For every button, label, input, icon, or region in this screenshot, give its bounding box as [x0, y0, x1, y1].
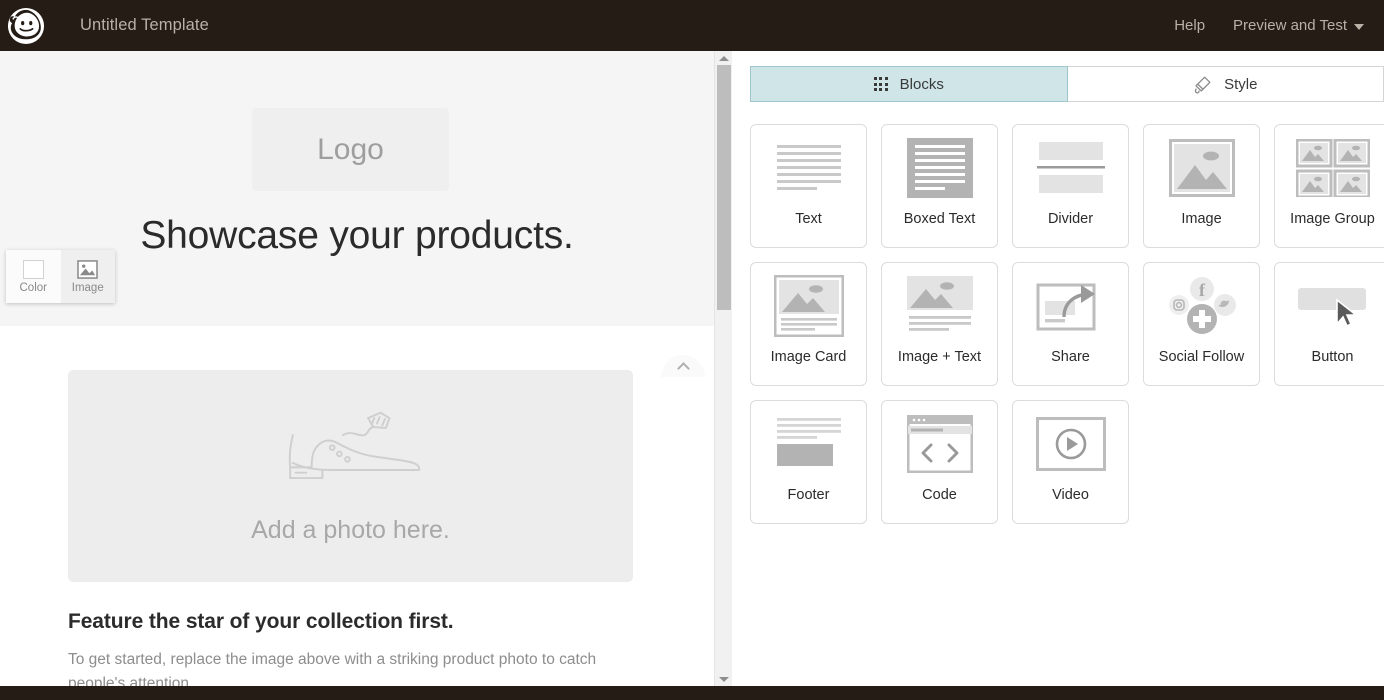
- mailchimp-logo-button[interactable]: [0, 0, 52, 51]
- app-footer-bar: [0, 686, 1384, 700]
- blocks-grid: Text Boxed Text Divider Image Image Grou…: [750, 124, 1384, 524]
- block-label: Text: [795, 211, 822, 227]
- block-label: Button: [1311, 349, 1354, 365]
- panel-tabs: Blocks Style: [750, 66, 1384, 102]
- code-brackets-icon: [882, 401, 997, 487]
- background-image-label: Image: [71, 281, 104, 294]
- drop-label: Add a photo here.: [251, 515, 450, 544]
- background-toolbar: Color Image: [6, 250, 115, 303]
- image-card-icon: [751, 263, 866, 349]
- button-cursor-icon: [1275, 263, 1384, 349]
- tab-style-label: Style: [1224, 75, 1258, 93]
- tab-style[interactable]: Style: [1067, 66, 1384, 102]
- block-tile-image[interactable]: Image: [1143, 124, 1260, 248]
- text-lines-icon: [751, 125, 866, 211]
- block-tile-boxed-text[interactable]: Boxed Text: [881, 124, 998, 248]
- block-tile-video[interactable]: Video: [1012, 400, 1129, 524]
- background-image-button[interactable]: Image: [60, 250, 115, 303]
- feature-heading[interactable]: Feature the star of your collection firs…: [68, 610, 646, 634]
- video-play-icon: [1013, 401, 1128, 487]
- block-tile-share[interactable]: Share: [1012, 262, 1129, 386]
- block-label: Image Group: [1290, 211, 1375, 227]
- block-tile-image-text[interactable]: Image + Text: [881, 262, 998, 386]
- image-icon: [1144, 125, 1259, 211]
- scroll-down-arrow-icon[interactable]: [715, 672, 732, 686]
- block-tile-image-group[interactable]: Image Group: [1274, 124, 1384, 248]
- header-actions: Help Preview and Test: [1174, 17, 1384, 34]
- feature-body-text[interactable]: To get started, replace the image above …: [68, 648, 620, 686]
- block-tile-footer[interactable]: Footer: [750, 400, 867, 524]
- block-label: Divider: [1047, 211, 1094, 227]
- block-label: Boxed Text: [903, 211, 976, 227]
- paint-brush-icon: [1194, 76, 1211, 94]
- block-label: Footer: [787, 487, 830, 503]
- block-tile-image-card[interactable]: Image Card: [750, 262, 867, 386]
- preview-and-test-menu[interactable]: Preview and Test: [1233, 17, 1364, 34]
- tab-blocks[interactable]: Blocks: [750, 66, 1068, 102]
- block-label: Image Card: [770, 349, 847, 365]
- body-section: Add a photo here. Feature the star of yo…: [0, 370, 714, 686]
- collapse-section-button[interactable]: [661, 355, 705, 377]
- divider-icon: [1013, 125, 1128, 211]
- blocks-panel: Blocks Style Text Boxed Text Divider Ima…: [733, 51, 1384, 686]
- scrollbar-thumb[interactable]: [717, 65, 731, 310]
- block-tile-text[interactable]: Text: [750, 124, 867, 248]
- block-tile-social-follow[interactable]: f Social Follow: [1143, 262, 1260, 386]
- mailchimp-freddie-logo-icon: [7, 7, 45, 44]
- block-label: Social Follow: [1158, 349, 1245, 365]
- boxed-text-icon: [882, 125, 997, 211]
- block-label: Image + Text: [897, 349, 982, 365]
- document-title[interactable]: Untitled Template: [80, 16, 209, 35]
- block-tile-button[interactable]: Button: [1274, 262, 1384, 386]
- help-label: Help: [1174, 17, 1206, 34]
- canvas-scrollbar[interactable]: [714, 51, 732, 686]
- block-tile-divider[interactable]: Divider: [1012, 124, 1129, 248]
- background-color-label: Color: [19, 281, 47, 294]
- image-icon: [77, 259, 99, 279]
- block-label: Share: [1051, 349, 1090, 365]
- background-color-button[interactable]: Color: [6, 250, 61, 303]
- color-swatch-icon: [22, 259, 44, 279]
- shoe-illustration-icon: [288, 411, 420, 479]
- block-label: Video: [1052, 487, 1089, 503]
- help-link[interactable]: Help: [1174, 17, 1205, 34]
- share-arrow-icon: [1013, 263, 1128, 349]
- grid-dots-icon: [873, 77, 888, 91]
- footer-icon: [751, 401, 866, 487]
- tab-blocks-label: Blocks: [899, 75, 944, 93]
- app-header: Untitled Template Help Preview and Test: [0, 0, 1384, 51]
- chevron-down-icon: [1354, 23, 1364, 30]
- image-group-icon: [1275, 125, 1384, 211]
- block-label: Code: [922, 487, 957, 503]
- chevron-up-icon: [676, 362, 690, 375]
- block-tile-code[interactable]: Code: [881, 400, 998, 524]
- logo-placeholder[interactable]: Logo: [252, 108, 449, 191]
- svg-text:f: f: [1199, 280, 1206, 300]
- social-follow-icon: f: [1144, 263, 1259, 349]
- image-drop-placeholder[interactable]: Add a photo here.: [68, 370, 633, 582]
- scroll-up-arrow-icon[interactable]: [715, 51, 732, 65]
- template-canvas[interactable]: Logo Showcase your products. Add a photo…: [0, 51, 714, 686]
- block-label: Image: [1181, 211, 1222, 227]
- image-text-icon: [882, 263, 997, 349]
- preview-and-test-label: Preview and Test: [1233, 17, 1347, 34]
